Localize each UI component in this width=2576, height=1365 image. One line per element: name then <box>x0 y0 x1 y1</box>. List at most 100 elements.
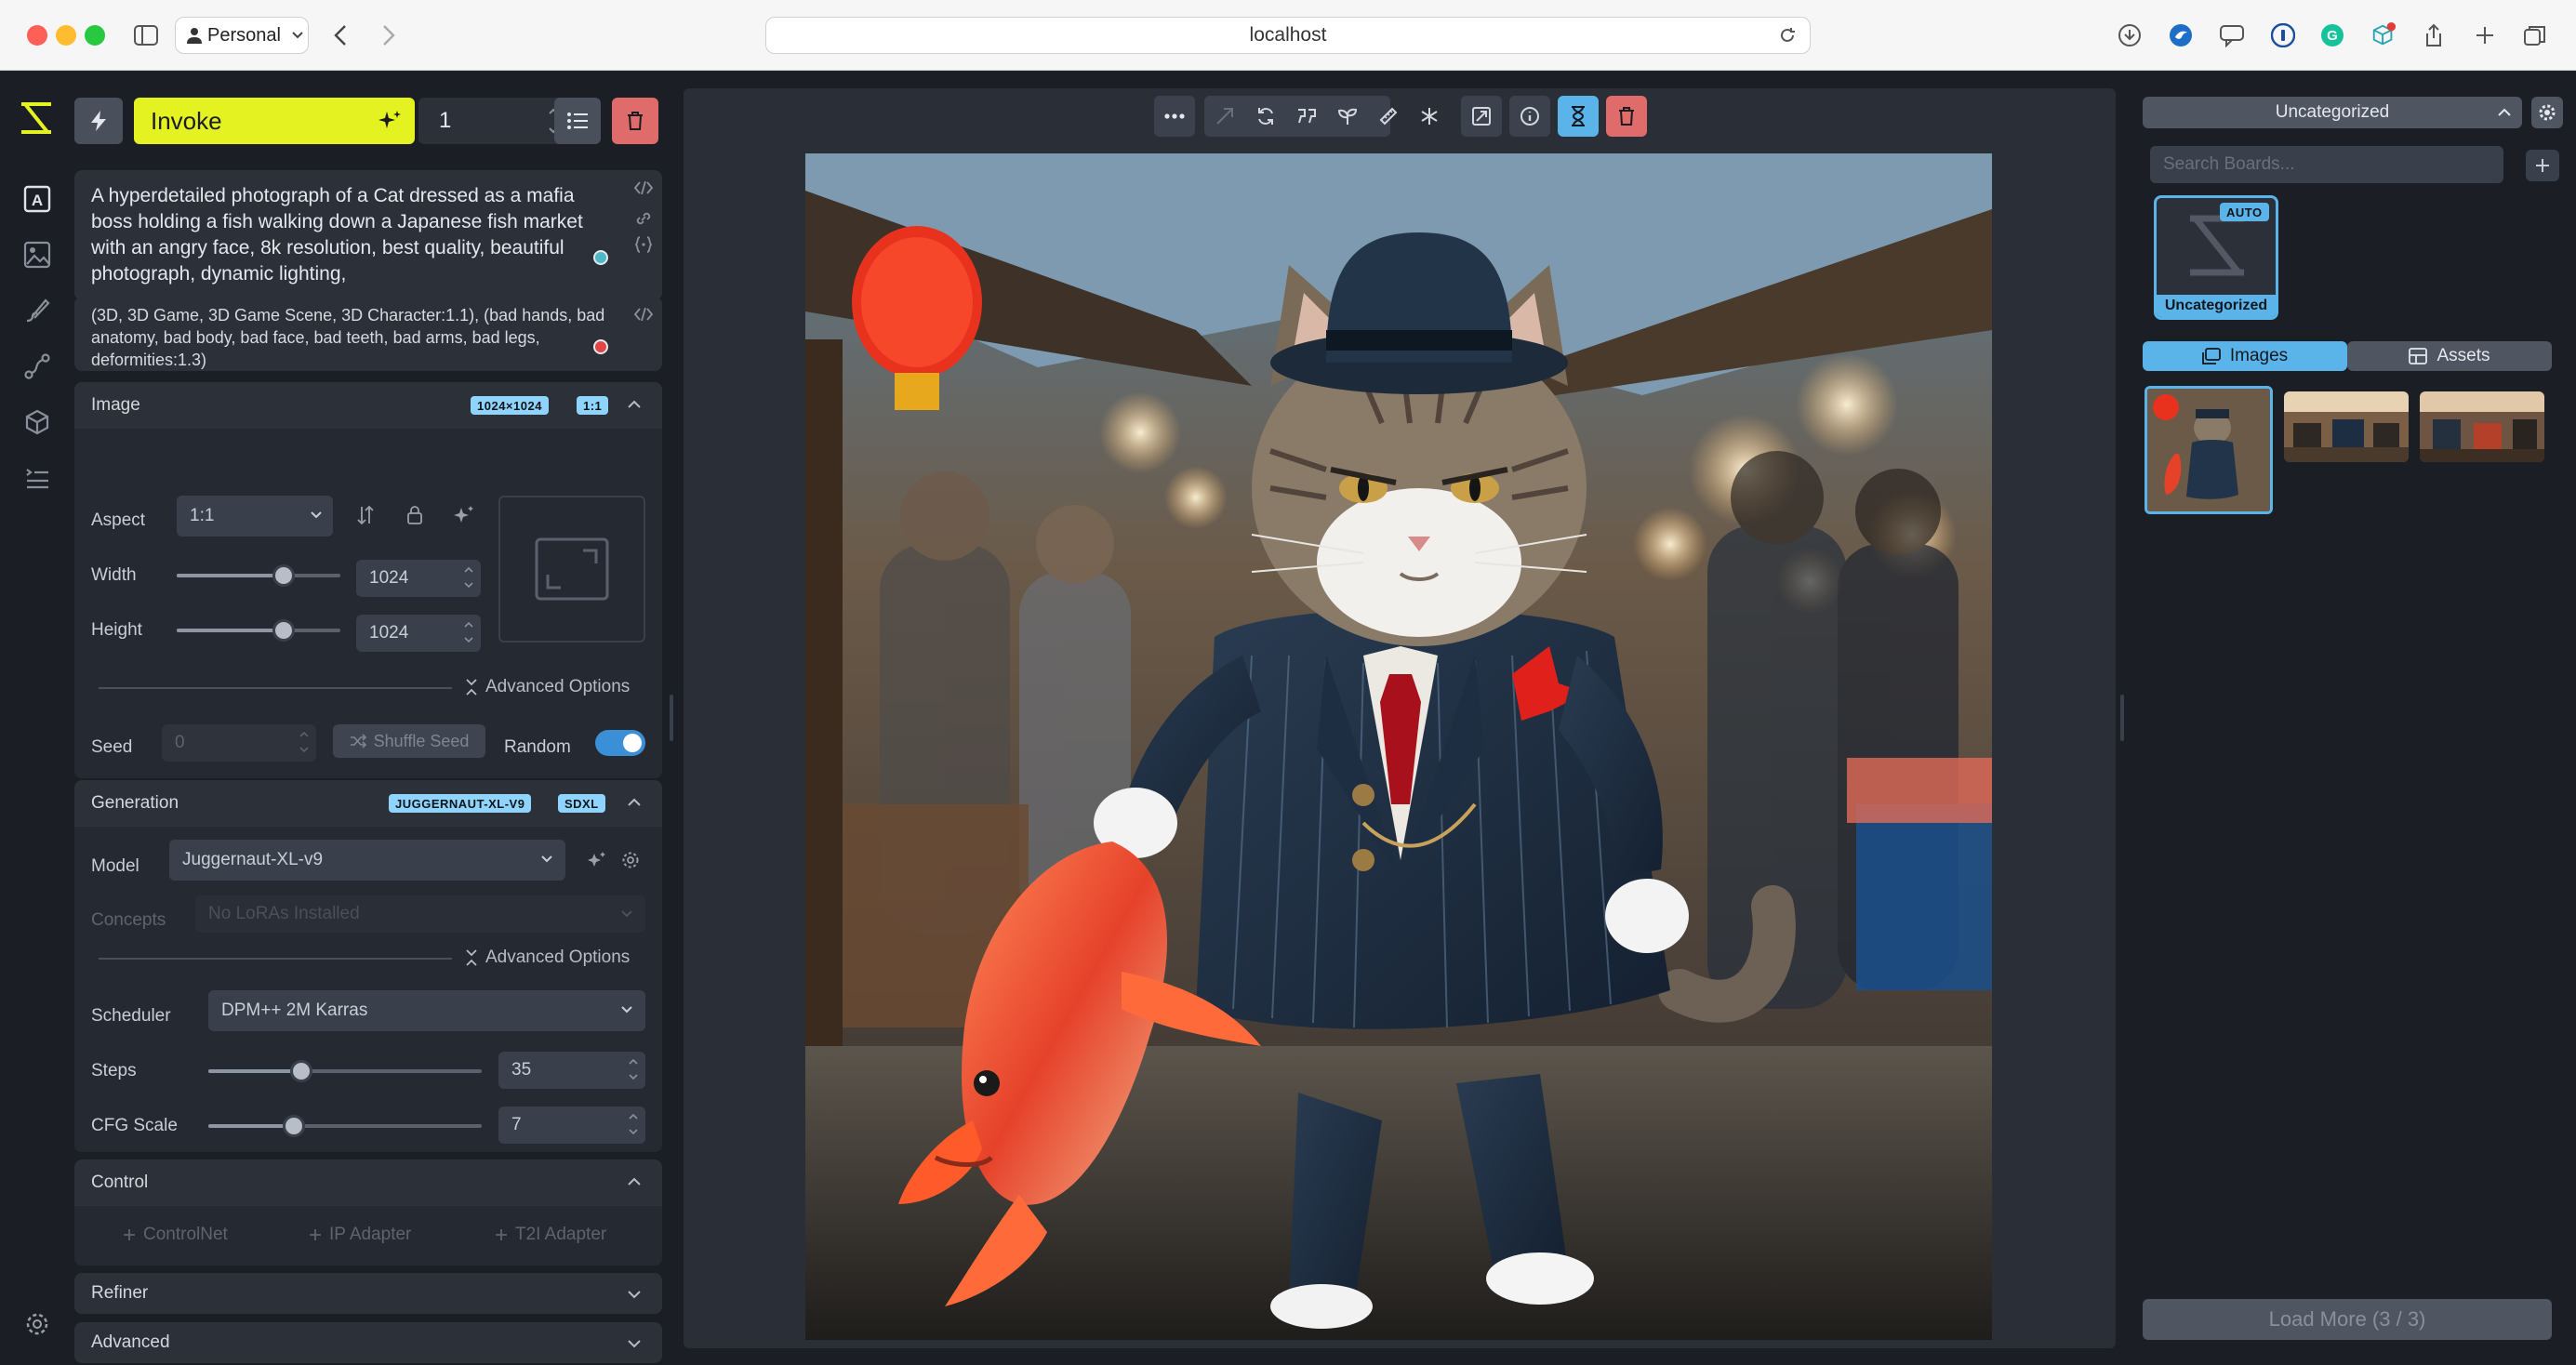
embedding-braces-icon[interactable] <box>634 235 653 254</box>
back-arrow-icon[interactable] <box>327 22 353 48</box>
refiner-section-header[interactable]: Refiner <box>74 1273 662 1314</box>
bird-extension-icon[interactable] <box>2168 22 2194 48</box>
add-ip-adapter-button[interactable]: IP Adapter <box>309 1225 411 1245</box>
chevron-up-icon[interactable] <box>628 798 641 807</box>
gallery-thumbnail[interactable] <box>2284 391 2409 462</box>
stepper-arrows-icon[interactable] <box>464 564 473 590</box>
cfg-scale-slider[interactable] <box>208 1115 482 1137</box>
more-options-button[interactable] <box>1154 96 1195 137</box>
cancel-queue-button[interactable] <box>612 98 658 144</box>
chevron-up-icon[interactable] <box>628 1177 641 1186</box>
steps-slider[interactable] <box>208 1060 482 1082</box>
invoke-button[interactable]: Invoke <box>134 98 415 144</box>
add-controlnet-button[interactable]: ControlNet <box>123 1225 228 1245</box>
image-to-image-icon[interactable] <box>21 239 53 271</box>
aspect-select[interactable]: 1:1 <box>177 496 333 537</box>
model-select[interactable]: Juggernaut-XL-v9 <box>169 840 565 881</box>
add-t2i-adapter-button[interactable]: T2I Adapter <box>495 1225 606 1245</box>
models-cube-icon[interactable] <box>21 406 53 438</box>
workflows-icon[interactable] <box>21 351 53 382</box>
delete-image-button[interactable] <box>1606 96 1647 137</box>
iterations-stepper[interactable]: 1 <box>418 98 567 144</box>
load-more-button[interactable]: Load More (3 / 3) <box>2143 1299 2552 1340</box>
cube-extension-icon[interactable] <box>2370 22 2397 48</box>
sidebar-toggle-icon[interactable] <box>133 22 159 48</box>
concepts-select[interactable]: No LoRAs Installed <box>195 895 645 933</box>
scheduler-select[interactable]: DPM++ 2M Karras <box>208 990 645 1031</box>
grammar-extension-icon[interactable]: G <box>2319 22 2345 48</box>
seed-input[interactable]: 0 <box>162 724 316 762</box>
queue-list-button[interactable] <box>554 98 601 144</box>
reload-icon[interactable] <box>1778 26 1797 45</box>
sparkles-icon[interactable] <box>588 851 606 869</box>
optimal-size-sparkles-icon[interactable] <box>454 505 474 525</box>
chat-extension-icon[interactable] <box>2219 22 2245 48</box>
code-icon[interactable] <box>634 308 653 321</box>
generated-image[interactable] <box>805 153 1992 1340</box>
image-advanced-options-toggle[interactable]: Advanced Options <box>465 677 630 697</box>
zoom-window-button[interactable] <box>85 25 105 46</box>
width-input[interactable]: 1024 <box>356 560 481 597</box>
tab-images[interactable]: Images <box>2143 341 2347 371</box>
tab-overview-icon[interactable] <box>2522 22 2548 48</box>
stepper-arrows-icon[interactable] <box>629 1111 638 1137</box>
canvas-brush-icon[interactable] <box>21 295 53 326</box>
gallery-thumbnail[interactable] <box>2420 391 2544 462</box>
address-bar[interactable]: localhost <box>765 17 1811 54</box>
add-board-button[interactable] <box>2526 150 2559 181</box>
use-seed-button[interactable] <box>1327 96 1368 137</box>
close-window-button[interactable] <box>27 25 47 46</box>
image-info-button[interactable] <box>1509 96 1550 137</box>
height-input[interactable]: 1024 <box>356 615 481 652</box>
download-icon[interactable] <box>2117 22 2143 48</box>
use-all-button[interactable] <box>1245 96 1286 137</box>
positive-prompt-text[interactable]: A hyperdetailed photograph of a Cat dres… <box>91 183 612 287</box>
negative-prompt-box[interactable]: (3D, 3D Game, 3D Game Scene, 3D Characte… <box>74 297 662 371</box>
use-size-button[interactable] <box>1368 96 1409 137</box>
generation-section-title[interactable]: Generation <box>91 780 179 827</box>
remix-button[interactable] <box>1204 96 1245 137</box>
invoke-logo-icon[interactable] <box>18 99 55 137</box>
settings-gear-icon[interactable] <box>21 1308 53 1340</box>
negative-prompt-text[interactable]: (3D, 3D Game, 3D Game Scene, 3D Characte… <box>91 304 612 371</box>
chevron-up-icon[interactable] <box>628 400 641 409</box>
stepper-arrows-icon[interactable] <box>464 619 473 645</box>
shuffle-seed-button[interactable]: Shuffle Seed <box>333 724 485 758</box>
cfg-scale-input[interactable]: 7 <box>498 1107 645 1144</box>
code-icon[interactable] <box>634 181 653 194</box>
left-resize-handle[interactable] <box>670 695 673 741</box>
use-prompt-button[interactable] <box>1286 96 1327 137</box>
stepper-arrows-icon[interactable] <box>299 729 309 755</box>
stepper-arrows-icon[interactable] <box>629 1056 638 1082</box>
swap-dimensions-icon[interactable] <box>357 505 374 525</box>
lock-ratio-icon[interactable] <box>406 505 423 525</box>
metadata-asterisk-button[interactable] <box>1409 96 1450 137</box>
board-select[interactable]: Uncategorized <box>2143 97 2522 128</box>
board-uncategorized[interactable]: AUTO Uncategorized <box>2154 195 2278 320</box>
share-icon[interactable] <box>2421 22 2447 48</box>
text-to-image-icon[interactable]: A <box>21 183 53 215</box>
advanced-section-header[interactable]: Advanced <box>74 1322 662 1363</box>
positive-prompt-box[interactable]: A hyperdetailed photograph of a Cat dres… <box>74 170 662 300</box>
random-seed-toggle[interactable] <box>595 730 645 756</box>
link-icon[interactable] <box>634 209 653 228</box>
forward-arrow-icon[interactable] <box>376 22 402 48</box>
width-slider[interactable] <box>177 564 340 587</box>
control-section-title[interactable]: Control <box>91 1160 148 1206</box>
model-settings-gear-icon[interactable] <box>621 851 640 869</box>
new-tab-plus-icon[interactable] <box>2472 22 2498 48</box>
image-section-title[interactable]: Image <box>91 382 140 429</box>
search-boards-input[interactable]: Search Boards... <box>2150 146 2503 183</box>
lightning-button[interactable] <box>74 98 123 144</box>
queue-list-icon[interactable] <box>21 462 53 494</box>
profile-selector[interactable]: Personal <box>175 17 309 54</box>
progress-hourglass-button[interactable] <box>1558 96 1599 137</box>
right-resize-handle[interactable] <box>2120 695 2124 741</box>
minimize-window-button[interactable] <box>56 25 76 46</box>
steps-input[interactable]: 35 <box>498 1052 645 1089</box>
height-slider[interactable] <box>177 619 340 642</box>
gallery-settings-button[interactable] <box>2531 97 2563 128</box>
upscale-button[interactable] <box>1461 96 1502 137</box>
generation-advanced-options-toggle[interactable]: Advanced Options <box>465 948 630 968</box>
password-manager-icon[interactable] <box>2270 22 2296 48</box>
